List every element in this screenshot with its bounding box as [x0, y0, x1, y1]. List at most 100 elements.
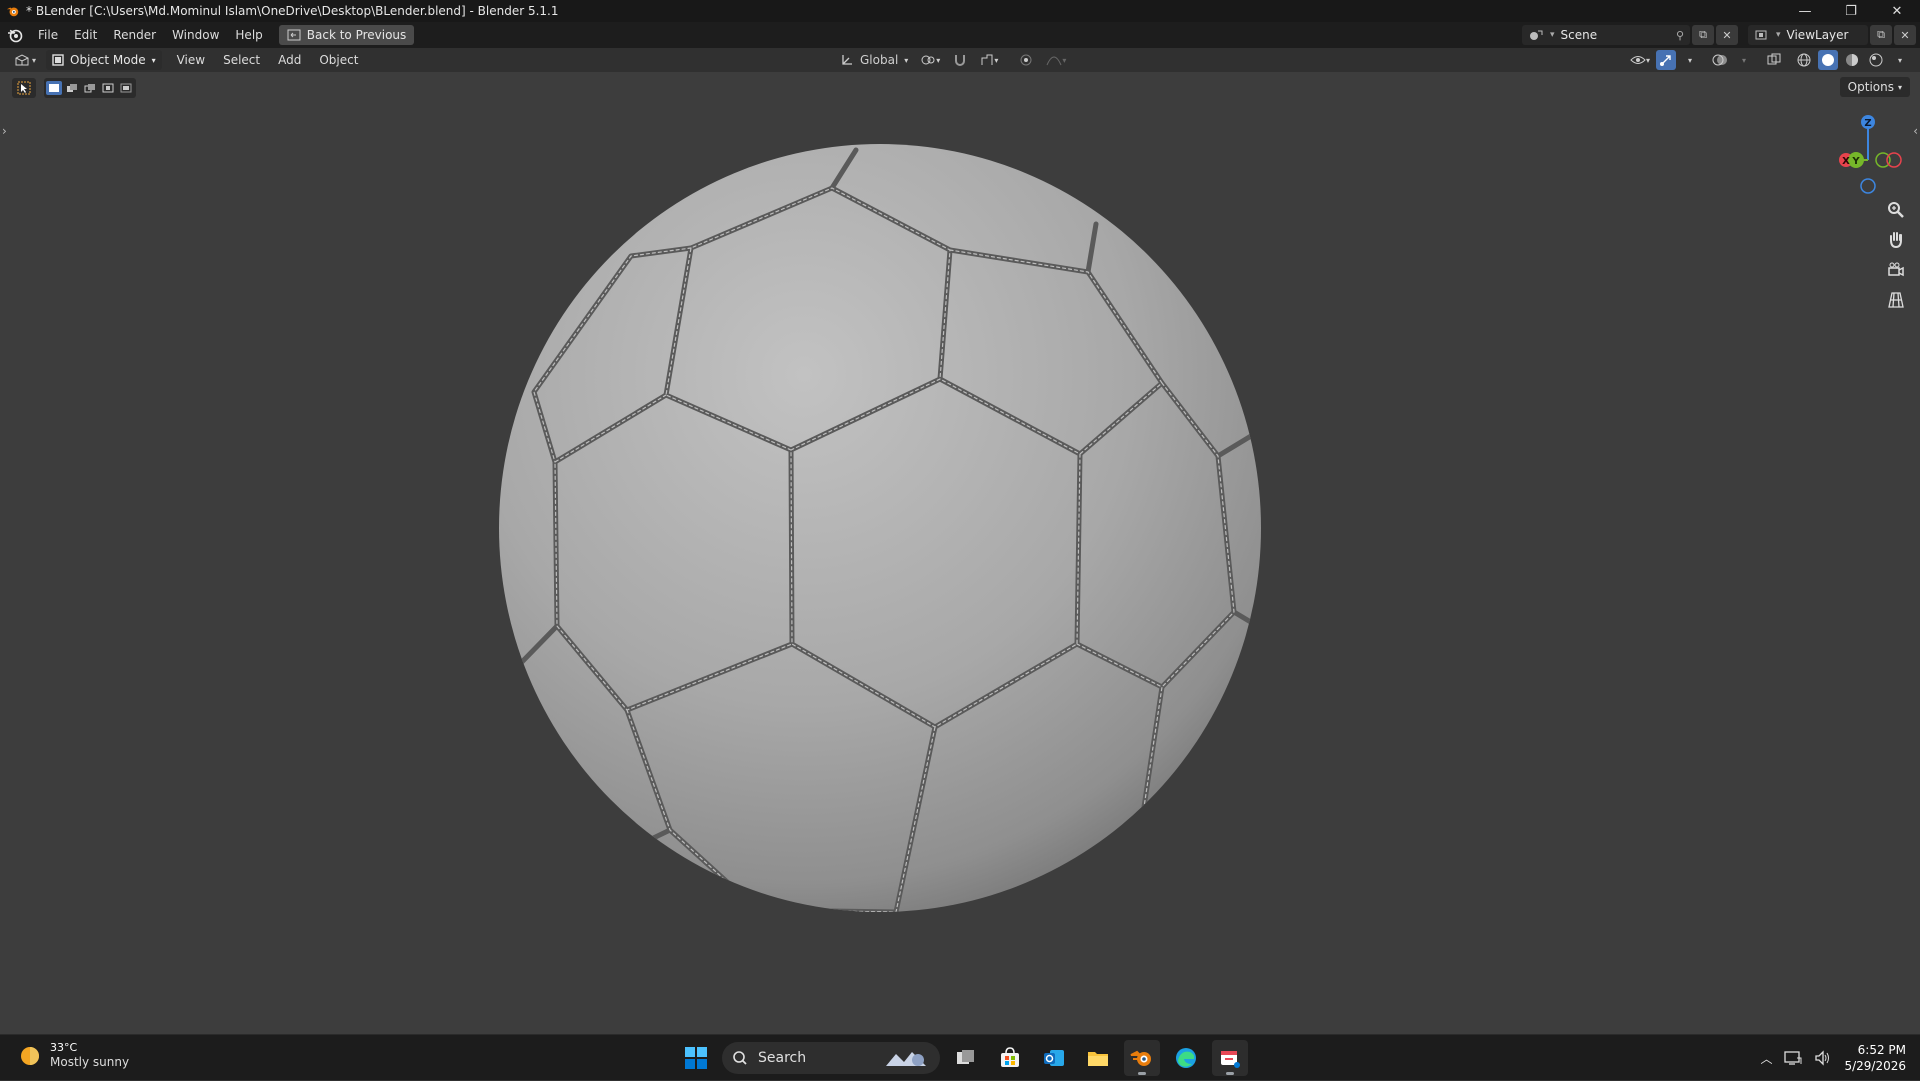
volume-icon[interactable] — [1814, 1050, 1832, 1066]
cursor-arrow-icon — [17, 81, 31, 95]
camera-icon — [1888, 262, 1904, 277]
xray-icon — [1767, 53, 1781, 65]
menu-select[interactable]: Select — [214, 53, 269, 67]
file-explorer-button[interactable] — [1080, 1040, 1116, 1076]
visibility-dropdown[interactable]: ▾ — [1628, 50, 1652, 70]
overlays-toggle[interactable] — [1710, 50, 1730, 70]
edge-icon — [1176, 1048, 1196, 1068]
navigation-gizmo[interactable]: Z X Y — [1826, 110, 1916, 200]
taskbar-search-box[interactable]: Search — [722, 1042, 940, 1074]
edge-browser-button[interactable] — [1168, 1040, 1204, 1076]
back-to-previous-button[interactable]: Back to Previous — [278, 25, 415, 45]
select-new-mode-button[interactable] — [46, 81, 62, 95]
shading-solid-button[interactable] — [1818, 50, 1838, 70]
store-bag-icon — [1001, 1047, 1019, 1067]
start-button[interactable] — [678, 1040, 714, 1076]
shading-dropdown[interactable]: ▾ — [1890, 50, 1910, 70]
scene-name: Scene — [1560, 28, 1598, 42]
new-viewlayer-button[interactable]: ⧉ — [1870, 25, 1892, 45]
blender-icon — [6, 7, 19, 17]
show-hidden-icons-chevron-icon[interactable]: ︿ — [1760, 1050, 1772, 1067]
outlook-button[interactable] — [1036, 1040, 1072, 1076]
select-extend-mode-button[interactable] — [64, 81, 80, 95]
delete-scene-button[interactable]: ✕ — [1716, 25, 1738, 45]
delete-viewlayer-button[interactable]: ✕ — [1894, 25, 1916, 45]
blender-taskbar-button[interactable] — [1124, 1040, 1160, 1076]
menu-help[interactable]: Help — [227, 28, 270, 42]
snipping-tool-button[interactable] — [1212, 1040, 1248, 1076]
navigation-tools — [1882, 198, 1910, 312]
screen-back-icon — [287, 29, 301, 41]
viewlayer-selector[interactable]: ▾ ViewLayer — [1748, 25, 1868, 45]
minimize-button[interactable]: — — [1782, 0, 1828, 22]
shading-wireframe-button[interactable] — [1794, 50, 1814, 70]
menu-render[interactable]: Render — [105, 28, 164, 42]
gizmo-toggle[interactable] — [1656, 50, 1676, 70]
maximize-button[interactable]: ❐ — [1828, 0, 1874, 22]
select-tool-button[interactable] — [12, 78, 36, 98]
scene-selector[interactable]: ▾ Scene ⚲ — [1522, 25, 1690, 45]
menu-view[interactable]: View — [168, 53, 214, 67]
gizmo-y-label: Y — [1851, 156, 1860, 167]
gizmo-dropdown[interactable]: ▾ — [1680, 50, 1700, 70]
editor-type-selector[interactable]: ▾ — [10, 50, 40, 70]
perspective-toggle-button[interactable] — [1882, 288, 1910, 312]
xray-toggle[interactable] — [1764, 50, 1784, 70]
new-scene-button[interactable]: ⧉ — [1692, 25, 1714, 45]
soccer-ball-model[interactable] — [494, 142, 1266, 914]
3d-viewport[interactable]: Options ▾ › ‹ Z X Y — [0, 72, 1920, 1034]
options-dropdown[interactable]: Options ▾ — [1839, 77, 1910, 97]
pan-button[interactable] — [1882, 228, 1910, 252]
solid-sphere-icon — [1822, 54, 1834, 66]
snap-toggle[interactable] — [950, 50, 970, 70]
zoom-button[interactable] — [1882, 198, 1910, 222]
proportional-editing-toggle[interactable] — [1016, 50, 1036, 70]
pin-icon[interactable]: ⚲ — [1676, 29, 1684, 42]
blender-logo-icon[interactable] — [6, 26, 24, 44]
menu-window[interactable]: Window — [164, 28, 227, 42]
rendered-sphere-icon — [1869, 53, 1883, 67]
eye-icon — [1630, 56, 1646, 64]
close-button[interactable]: ✕ — [1874, 0, 1920, 22]
orientation-icon — [842, 55, 852, 65]
select-invert-mode-button[interactable] — [100, 81, 116, 95]
toolbar-expand-arrow[interactable]: › — [2, 124, 7, 138]
active-app-indicator — [1226, 1072, 1234, 1075]
menu-file[interactable]: File — [30, 28, 66, 42]
clock[interactable]: 6:52 PM 5/29/2026 — [1844, 1042, 1906, 1074]
select-set-icon — [49, 84, 59, 92]
select-intersect-mode-button[interactable] — [118, 81, 134, 95]
active-app-indicator — [1138, 1072, 1146, 1075]
object-mode-icon — [52, 54, 64, 66]
shading-material-button[interactable] — [1842, 50, 1862, 70]
zoom-magnifier-icon — [1888, 202, 1904, 218]
pivot-icon — [921, 55, 935, 65]
microsoft-store-button[interactable] — [992, 1040, 1028, 1076]
viewport-header: ▾ Object Mode ▾ View Select Add Object G… — [0, 48, 1920, 72]
menu-edit[interactable]: Edit — [66, 28, 105, 42]
falloff-dropdown[interactable]: ▾ — [1044, 50, 1068, 70]
folder-icon — [1088, 1052, 1108, 1066]
object-mode-label: Object Mode — [70, 53, 146, 67]
overlays-icon — [1712, 54, 1727, 66]
magnet-icon — [955, 55, 966, 66]
weather-condition: Mostly sunny — [50, 1055, 130, 1069]
object-mode-dropdown[interactable]: Object Mode ▾ — [46, 50, 162, 70]
overlays-dropdown[interactable]: ▾ — [1734, 50, 1754, 70]
options-label: Options — [1847, 80, 1894, 94]
weather-widget[interactable]: 33°C Mostly sunny — [18, 1041, 129, 1070]
scene-icon — [1530, 30, 1543, 40]
pivot-point-dropdown[interactable]: ▾ — [918, 50, 942, 70]
shading-rendered-button[interactable] — [1866, 50, 1886, 70]
select-subtract-mode-button[interactable] — [82, 81, 98, 95]
transform-orientation-dropdown[interactable]: Global ▾ — [838, 50, 910, 70]
camera-view-button[interactable] — [1882, 258, 1910, 282]
task-view-button[interactable] — [948, 1040, 984, 1076]
search-highlight-icon — [886, 1052, 926, 1066]
gizmo-icon — [1660, 55, 1671, 66]
network-icon[interactable] — [1784, 1050, 1802, 1066]
gizmo-z-label: Z — [1864, 118, 1871, 129]
menu-add[interactable]: Add — [269, 53, 310, 67]
snap-target-dropdown[interactable]: ▾ — [978, 50, 1000, 70]
menu-object[interactable]: Object — [310, 53, 367, 67]
